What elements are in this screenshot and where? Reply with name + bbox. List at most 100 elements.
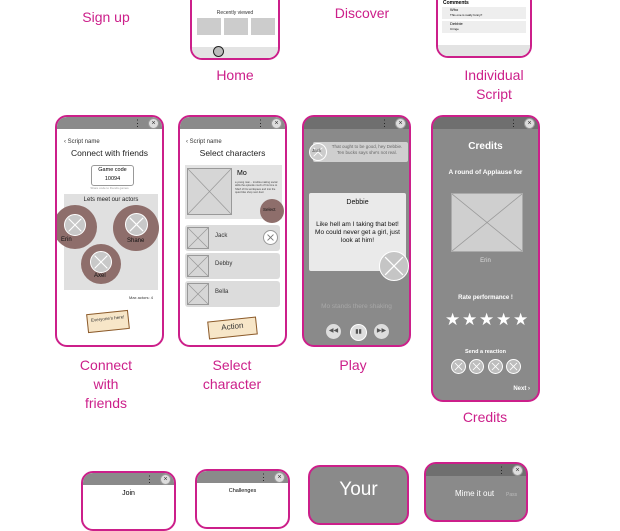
close-icon[interactable]: × [524,118,535,129]
reaction-icon[interactable] [451,359,466,374]
status-bar: ⋮ × [426,464,526,476]
close-icon[interactable]: × [271,118,282,129]
star-icon[interactable]: ★ [496,310,511,330]
star-icon[interactable]: ★ [462,310,477,330]
deselect-icon[interactable] [263,230,278,245]
character-thumb [187,227,209,249]
status-bar: ⋮ × [83,473,174,485]
select-button[interactable]: Select [260,199,284,223]
action-label: Action [220,320,244,333]
your-phone: Your [308,465,409,525]
join-title: Join [122,490,135,497]
more-icon[interactable]: ⋮ [509,117,518,129]
back-link[interactable]: ‹ Script name [64,139,100,145]
character-row-debby[interactable]: Debby [185,253,280,279]
actor-circle-shane[interactable]: Shane [113,205,159,251]
challenges-phone: ⋮ × Challenges [195,469,290,529]
bottom-nav [438,45,530,56]
share-hint: Share code to friends games [90,186,129,190]
actor-photo [451,193,523,252]
speaker-name: Debbie [346,199,369,206]
more-icon[interactable]: ⋮ [259,471,268,483]
caption-discover: Discover [334,5,390,21]
character-row-jack[interactable]: Jack [185,225,280,251]
max-actors-label: Max actors: 4 [128,295,153,300]
recent-card[interactable] [251,18,275,35]
caption-line: with [93,376,119,392]
character-row-label: Bella [215,289,229,295]
speaker-name-jack: Jack [312,148,322,153]
stage-direction: Mo stands there shaking [321,303,392,310]
dialogue-line: Like hell am I taking that bet! Mo could… [315,221,400,244]
back-link[interactable]: ‹ Script name [186,139,222,145]
page-title: Connect with friends [70,148,148,158]
speaker-avatar-debbie [379,251,409,281]
comment-text: This one is really funny!! [450,13,483,17]
more-icon[interactable]: ⋮ [256,117,265,129]
status-bar: ⋮ × [197,471,288,483]
select-phone: ⋮ × ‹ Script name Select characters Mo a … [178,115,287,347]
comment-text: Cringe [450,27,459,31]
caption-home: Home [216,67,254,83]
action-ticket[interactable]: Action [207,316,258,340]
star-icon[interactable]: ★ [445,310,460,330]
caption-individual-script: Individual Script [444,66,544,104]
more-icon[interactable]: ⋮ [133,117,142,129]
game-code-label: Game code [98,167,127,173]
character-image [187,168,232,215]
character-row-label: Debby [215,261,233,267]
recent-card[interactable] [224,18,248,35]
recently-viewed-label: Recently viewed [216,10,254,16]
actor-circle-axel[interactable]: Axel [81,244,121,284]
status-bar: ⋮ × [433,117,538,129]
avatar-placeholder-icon [64,214,86,236]
reaction-icon[interactable] [469,359,484,374]
next-button[interactable]: Next › [513,386,530,392]
caption-line: Connect [79,357,133,373]
game-code-value: 10094 [104,176,121,182]
more-icon[interactable]: ⋮ [497,464,506,476]
caption-select-character: Select character [186,356,278,394]
nav-home-icon[interactable] [213,46,224,57]
close-icon[interactable]: × [395,118,406,129]
comment-item: Who This one is really funny!! [442,7,526,19]
comment-user: Who [450,7,459,12]
status-bar: ⋮ × [180,117,285,129]
star-icon[interactable]: ★ [479,310,494,330]
caption-line: character [202,376,262,392]
reaction-icon[interactable] [506,359,521,374]
status-bar: ⋮ × [304,117,409,129]
back-label: Script name [189,139,222,145]
reaction-icon[interactable] [488,359,503,374]
game-code-box: Game code 10094 [91,165,134,186]
close-icon[interactable]: × [148,118,159,129]
more-icon[interactable]: ⋮ [145,473,154,485]
more-icon[interactable]: ⋮ [380,117,389,129]
character-row-bella[interactable]: Bella [185,281,280,307]
challenges-title: Challenges [228,488,257,494]
comment-item: Debbie Cringe [442,21,526,33]
comments-label: Comments [443,0,469,6]
close-icon[interactable]: × [274,472,285,483]
mime-title: Mime it out [455,489,495,498]
recent-card[interactable] [197,18,221,35]
actor-name: Erin [480,258,491,264]
your-title: Your [339,479,378,500]
caption-line: Select [212,357,252,373]
everyone-here-ticket[interactable]: Everyone's here! [86,309,130,334]
close-icon[interactable]: × [160,474,171,485]
close-icon[interactable]: × [512,465,523,476]
pass-button[interactable]: Pass [506,492,517,498]
previous-icon[interactable]: ◀◀ [326,324,341,339]
pause-icon[interactable]: ▮▮ [350,324,367,341]
script-phone: Comments Who This one is really funny!! … [436,0,532,58]
dialogue-card-previous: That ought to be good, hey Debbie. Ten b… [313,142,408,162]
next-icon[interactable]: ▶▶ [374,324,389,339]
star-icon[interactable]: ★ [513,310,528,330]
character-thumb [187,255,209,277]
select-label: Select [263,207,276,212]
character-name: Mo [237,170,247,177]
actor-circle-erin[interactable]: Erin [57,205,97,249]
back-label: Script name [67,139,100,145]
ticket-label: Everyone's here! [90,314,125,323]
